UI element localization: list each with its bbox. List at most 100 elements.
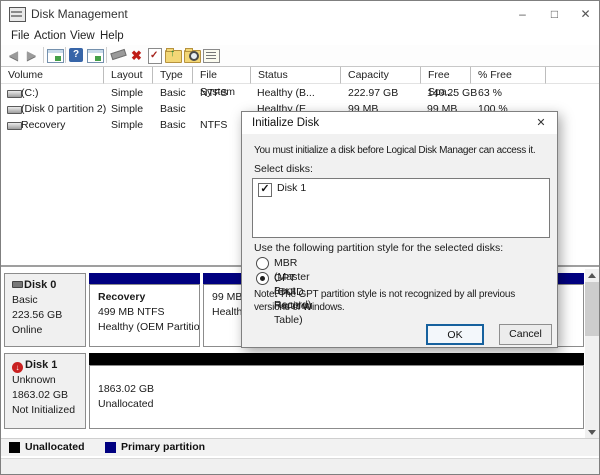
disk1-name: Disk 1 [25, 359, 58, 371]
properties-icon[interactable] [203, 49, 220, 63]
column-header-status[interactable]: Status [251, 67, 341, 84]
legend-unallocated-label: Unallocated [25, 441, 85, 453]
toolbar: ◀ ▶ ? ✖ ↑ [1, 45, 599, 67]
partition-style-label: Use the following partition style for th… [254, 242, 504, 254]
disk0-name: Disk 0 [24, 279, 57, 291]
select-disks-label: Select disks: [254, 163, 313, 175]
dialog-message: You must initialize a disk before Logica… [254, 145, 536, 156]
gpt-radio[interactable] [256, 272, 269, 285]
disk-icon [12, 281, 23, 288]
disk1-unallocated-region[interactable]: 1863.02 GB Unallocated [89, 365, 584, 429]
partition-status: Healthy (OEM Partition) [98, 321, 200, 333]
disk0-type: Basic [12, 294, 38, 306]
console-window-export-icon[interactable] [87, 49, 104, 63]
column-header-type[interactable]: Type [153, 67, 193, 84]
disk0-header: Disk 0 [12, 278, 85, 293]
disk1-header: ↓ Disk 1 [12, 358, 85, 373]
disk1-checkbox-label: Disk 1 [277, 182, 307, 194]
legend-unallocated-swatch [9, 442, 20, 453]
disk0-size: 223.56 GB [12, 309, 63, 321]
cancel-button[interactable]: Cancel [499, 324, 552, 345]
cell-type: Basic [160, 87, 186, 99]
forward-icon[interactable]: ▶ [23, 47, 40, 63]
console-window-icon[interactable] [47, 49, 64, 63]
scroll-up-button[interactable] [585, 269, 599, 282]
column-header-layout[interactable]: Layout [104, 67, 153, 84]
menu-file[interactable]: File [11, 28, 30, 45]
legend-bar: Unallocated Primary partition [1, 438, 599, 456]
minimize-button[interactable]: – [507, 1, 538, 27]
cell-volume: (Disk 0 partition 2) [21, 103, 107, 115]
disk1-unallocated-bar [89, 353, 584, 365]
cell-volume: Recovery [21, 119, 66, 131]
legend-primary-label: Primary partition [121, 441, 206, 453]
initialize-disk-dialog: Initialize Disk ✕ You must initialize a … [241, 111, 558, 348]
cell-type: Basic [160, 119, 186, 131]
menu-help[interactable]: Help [100, 28, 124, 45]
disk0-partition1[interactable]: Recovery 499 MB NTFS Healthy (OEM Partit… [89, 284, 200, 347]
column-header-capacity[interactable]: Capacity [341, 67, 421, 84]
disk0-status: Online [12, 324, 43, 336]
folder-search-icon[interactable] [184, 48, 201, 63]
cell-layout: Simple [111, 119, 144, 131]
vertical-scrollbar [585, 269, 599, 439]
disk0-partition1-bar [89, 273, 200, 284]
disk-list-box[interactable]: ✓ Disk 1 [252, 178, 550, 238]
partition-name: Recovery [98, 291, 146, 303]
partition-size: 1863.02 GB [98, 383, 155, 395]
disk1-checkbox[interactable]: ✓ [258, 183, 272, 197]
volume-icon [7, 90, 22, 98]
column-header-free-space[interactable]: Free Spa... [421, 67, 471, 98]
menu-action[interactable]: Action [34, 28, 66, 45]
dialog-title: Initialize Disk [252, 117, 320, 129]
toolbar-separator [106, 47, 107, 63]
cell-volume: (C:) [21, 87, 39, 99]
maximize-button[interactable]: □ [539, 1, 570, 27]
disk1-status: Not Initialized [12, 404, 76, 416]
cell-file-system: NTFS [200, 87, 228, 99]
toolbar-separator [43, 47, 44, 63]
back-icon[interactable]: ◀ [5, 47, 22, 63]
ok-button[interactable]: OK [426, 324, 484, 345]
gpt-note: Note: The GPT partition style is not rec… [254, 289, 516, 313]
cell-file-system: NTFS [200, 119, 228, 131]
mbr-radio[interactable] [256, 257, 269, 270]
cell-type: Basic [160, 103, 186, 115]
disk0-label-box[interactable]: Disk 0 Basic 223.56 GB Online [4, 273, 86, 347]
cell-status: Healthy (B... [257, 87, 315, 99]
partition-size: 499 MB NTFS [98, 306, 165, 318]
cell-pct-free: 63 % [478, 87, 502, 99]
folder-up-icon[interactable]: ↑ [165, 48, 182, 63]
volume-icon [7, 106, 22, 114]
cell-capacity: 222.97 GB [348, 87, 399, 99]
cell-layout: Simple [111, 87, 144, 99]
disk-management-window: Disk Management – □ ✕ File Action View H… [0, 0, 600, 475]
title-bar: Disk Management – □ ✕ [1, 1, 599, 27]
cell-free-space: 140.25 GB [427, 87, 478, 99]
window-title: Disk Management [31, 7, 128, 21]
cell-layout: Simple [111, 103, 144, 115]
volume-row-c[interactable]: (C:) Simple Basic NTFS Healthy (B... 222… [1, 85, 599, 101]
dialog-close-icon[interactable]: ✕ [525, 112, 557, 134]
close-button[interactable]: ✕ [570, 1, 599, 27]
menu-view[interactable]: View [70, 28, 95, 45]
column-header-file-system[interactable]: File System [193, 67, 251, 98]
disk1-type: Unknown [12, 374, 56, 386]
column-header-volume[interactable]: Volume [1, 67, 104, 84]
legend-primary-swatch [105, 442, 116, 453]
disk1-size: 1863.02 GB [12, 389, 69, 401]
status-bar [1, 458, 599, 474]
column-header-pct-free[interactable]: % Free [471, 67, 546, 84]
help-icon[interactable]: ? [69, 48, 83, 62]
tool-icon[interactable] [110, 48, 127, 61]
menu-bar: File Action View Help [1, 27, 599, 45]
not-initialized-icon: ↓ [12, 362, 23, 373]
dialog-title-bar: Initialize Disk ✕ [242, 112, 557, 134]
check-document-icon[interactable] [148, 48, 162, 64]
volume-icon [7, 122, 22, 130]
column-header-blank [546, 67, 599, 84]
delete-volume-icon[interactable]: ✖ [128, 47, 145, 63]
scroll-thumb[interactable] [585, 282, 599, 336]
partition-status: Unallocated [98, 398, 154, 410]
disk1-label-box[interactable]: ↓ Disk 1 Unknown 1863.02 GB Not Initializ… [4, 353, 86, 429]
